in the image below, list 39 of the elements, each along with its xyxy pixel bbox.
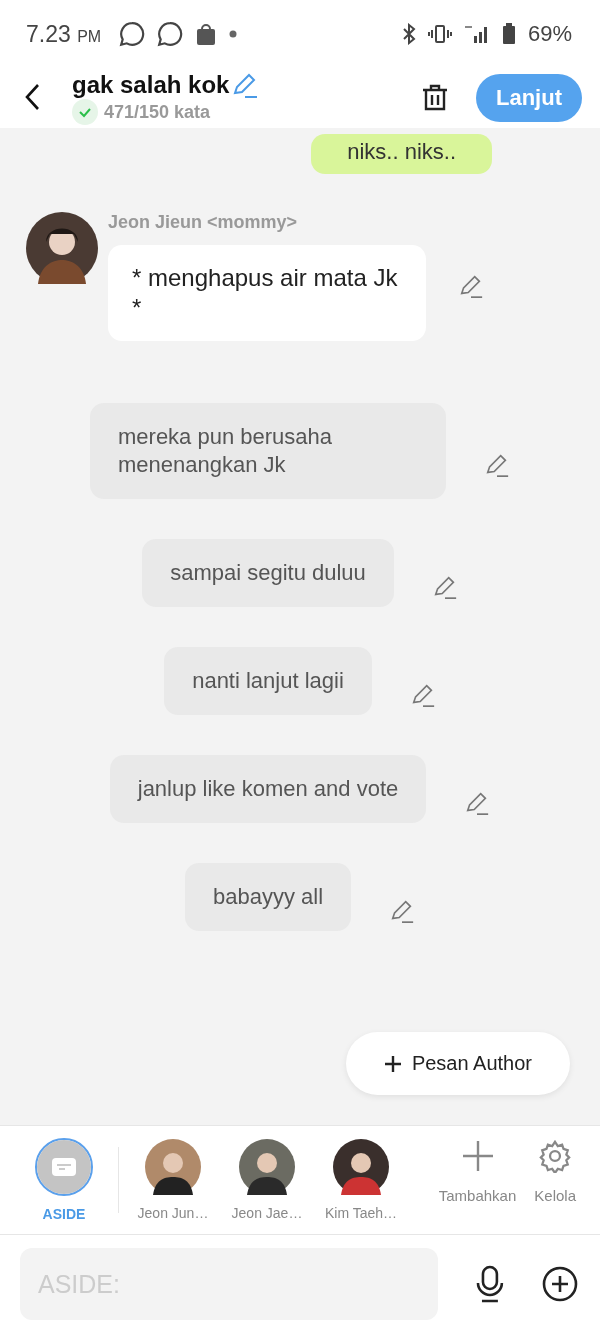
vibrate-icon [427,24,452,44]
character-selector[interactable]: Kim Taeh… [317,1139,405,1221]
edit-icon[interactable] [464,790,491,816]
shopping-bag-icon [195,22,218,46]
author-message-button[interactable]: Pesan Author [345,1032,570,1095]
status-time: 7.23 PM [26,20,102,48]
narration-message: mereka pun berusaha menenangkan Jk [90,403,446,499]
battery-icon [501,23,516,45]
narration-message: janlup like komen and vote [109,755,427,823]
narration-message: babayyy all [184,863,352,931]
battery-level: 69% [527,21,572,47]
plus-icon [383,1054,402,1073]
settings-icon [538,1138,573,1173]
bluetooth-icon [401,23,416,45]
edit-icon[interactable] [231,71,260,99]
chat-bubble-icon [119,21,146,47]
story-title: gak salah kok [72,71,230,99]
narration-message: nanti lanjut lagii [164,647,372,715]
add-icon[interactable] [542,1266,578,1302]
next-button[interactable]: Lanjut [476,74,582,122]
word-count: 471/150 kata [104,101,211,123]
character-message: * menghapus air mata Jk * [108,245,426,341]
character-name: Jeon Jieun <mommy> [108,212,299,233]
trash-icon[interactable] [420,83,450,113]
signal-icon [463,24,490,44]
character-selector[interactable]: Jeon Jun… [129,1139,217,1221]
note-icon [37,1140,91,1194]
add-character-button[interactable]: Tambahkan [432,1138,523,1204]
manage-button[interactable]: Kelola [528,1138,582,1204]
character-selector[interactable]: ASIDE [20,1138,108,1222]
edit-icon[interactable] [484,452,510,478]
edit-icon[interactable] [389,898,416,924]
plus-icon [460,1138,495,1173]
chat-bubble-icon [157,21,184,47]
edit-icon[interactable] [458,273,484,299]
character-selector[interactable]: Jeon Jae… [223,1139,311,1221]
dot-icon [229,30,238,38]
narration-message: sampai segitu duluu [142,539,394,607]
sent-message: niks.. niks.. [311,134,492,174]
